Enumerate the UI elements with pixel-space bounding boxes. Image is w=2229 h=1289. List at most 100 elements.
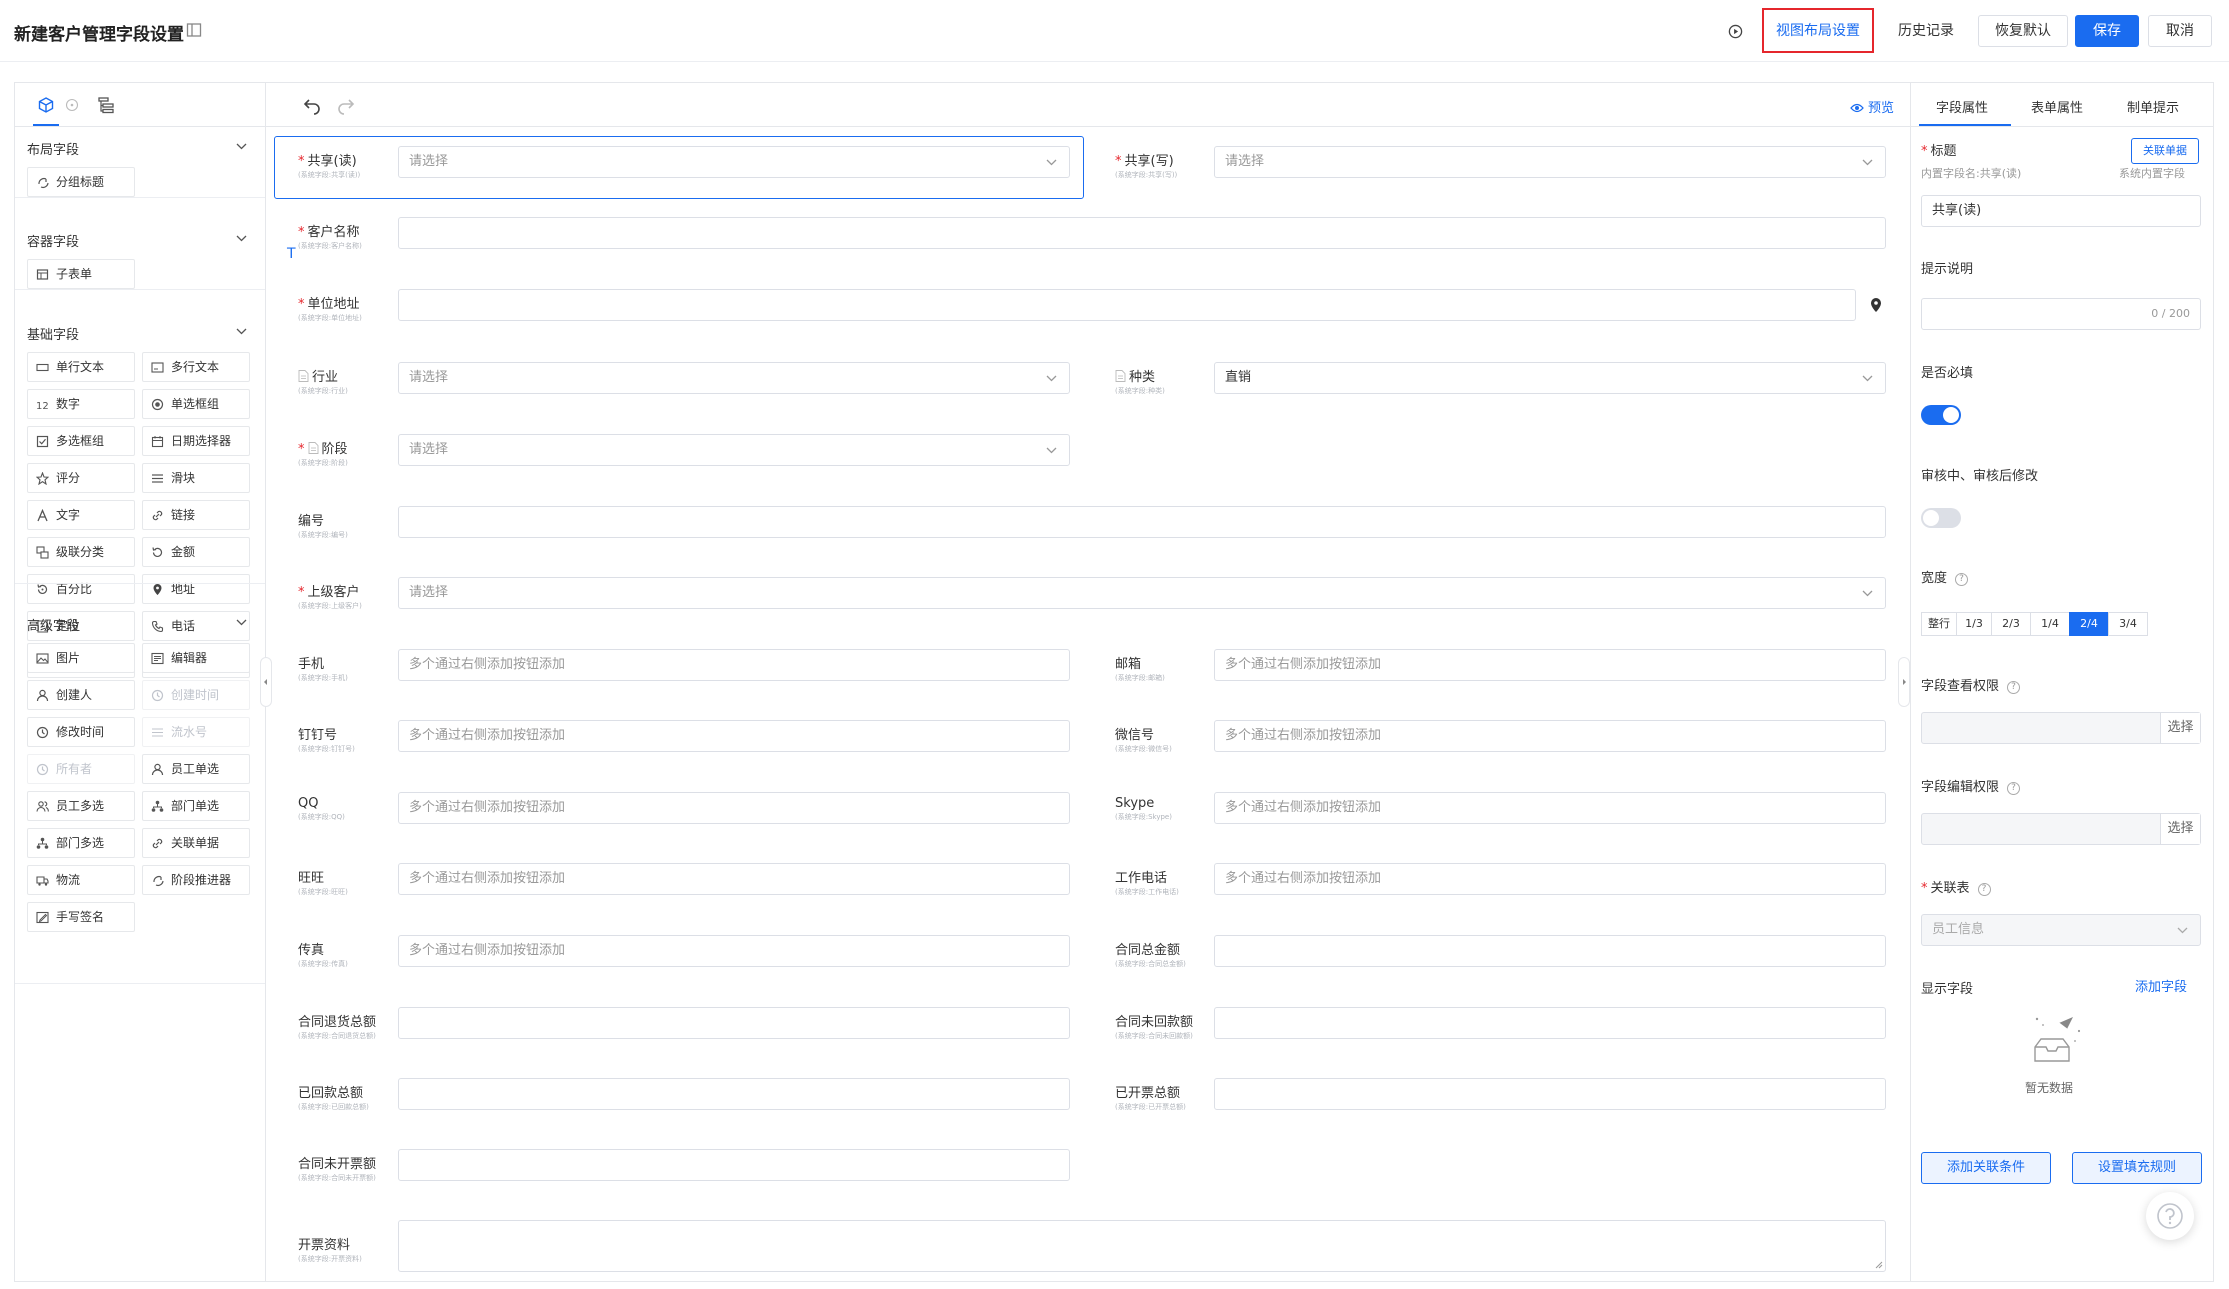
palette-item[interactable]: 多选框组: [27, 426, 135, 456]
review-edit-toggle[interactable]: [1921, 508, 1961, 528]
chevron-down-icon[interactable]: [236, 235, 247, 242]
width-option[interactable]: 1/4: [2030, 612, 2070, 636]
save-button[interactable]: 保存: [2075, 15, 2139, 47]
title-input[interactable]: 共享(读): [1921, 195, 2201, 227]
location-pin-icon[interactable]: [1869, 297, 1883, 313]
help-float-button[interactable]: [2146, 1192, 2194, 1240]
field-input[interactable]: [398, 289, 1856, 321]
tree-icon[interactable]: [97, 96, 115, 114]
palette-item[interactable]: 12 数字: [27, 389, 135, 419]
redo-icon[interactable]: [336, 95, 356, 115]
set-fill-rule-button[interactable]: 设置填充规则: [2072, 1152, 2202, 1184]
question-icon[interactable]: ?: [1977, 883, 1991, 896]
field-input[interactable]: 请选择: [398, 434, 1070, 466]
edit-permission-input[interactable]: 选择: [1921, 813, 2201, 845]
cancel-button[interactable]: 取消: [2148, 15, 2212, 47]
field-input[interactable]: 直销: [1214, 362, 1886, 394]
width-option[interactable]: 3/4: [2108, 612, 2148, 636]
preview-button[interactable]: 预览: [1850, 97, 1894, 116]
palette-item[interactable]: 多行文本: [142, 352, 250, 382]
palette-item[interactable]: 手写签名: [27, 902, 135, 932]
view-permission-select-button[interactable]: 选择: [2160, 713, 2200, 743]
field-input[interactable]: [398, 1007, 1070, 1039]
field-input[interactable]: 请选择: [398, 146, 1070, 178]
width-option[interactable]: 1/3: [1956, 612, 1992, 636]
add-field-link[interactable]: 添加字段: [2135, 976, 2187, 995]
question-icon[interactable]: ?: [2007, 782, 2021, 795]
field-input[interactable]: 请选择: [1214, 146, 1886, 178]
palette-item[interactable]: 地址: [142, 574, 250, 604]
palette-item[interactable]: 百分比: [27, 574, 135, 604]
field-input[interactable]: 多个通过右侧添加按钮添加: [1214, 649, 1886, 681]
palette-item[interactable]: 电话: [142, 611, 250, 641]
palette-item[interactable]: 创建时间: [142, 680, 250, 710]
collapse-right-handle[interactable]: [1898, 657, 1910, 707]
restore-default-button[interactable]: 恢复默认: [1978, 15, 2068, 47]
palette-item[interactable]: 编辑器: [142, 643, 250, 673]
palette-item[interactable]: 创建人: [27, 680, 135, 710]
palette-item[interactable]: 分组标题: [27, 167, 135, 197]
palette-item[interactable]: 子表单: [27, 259, 135, 289]
field-input[interactable]: [398, 217, 1886, 249]
required-toggle[interactable]: [1921, 405, 1961, 425]
palette-item[interactable]: 部门多选: [27, 828, 135, 858]
palette-item[interactable]: 滑块: [142, 463, 250, 493]
field-input[interactable]: [1214, 1007, 1886, 1039]
hint-input[interactable]: 0 / 200: [1921, 298, 2201, 330]
resize-handle-icon[interactable]: [1875, 1261, 1883, 1269]
help-icon[interactable]: [65, 98, 79, 112]
play-icon[interactable]: [1728, 24, 1743, 39]
palette-item[interactable]: 日期选择器: [142, 426, 250, 456]
palette-item[interactable]: 阶段推进器: [142, 865, 250, 895]
width-option[interactable]: 整行: [1921, 612, 1957, 636]
field-input[interactable]: 请选择: [398, 577, 1886, 609]
edit-permission-select-button[interactable]: 选择: [2160, 814, 2200, 844]
field-input[interactable]: 多个通过右侧添加按钮添加: [1214, 792, 1886, 824]
field-input[interactable]: 多个通过右侧添加按钮添加: [398, 863, 1070, 895]
link-doc-button[interactable]: 关联单据: [2131, 138, 2199, 164]
field-input[interactable]: 多个通过右侧添加按钮添加: [398, 935, 1070, 967]
palette-item[interactable]: 关联单据: [142, 828, 250, 858]
width-option[interactable]: 2/4: [2069, 612, 2109, 636]
layout-icon[interactable]: [186, 22, 202, 38]
field-input[interactable]: 多个通过右侧添加按钮添加: [1214, 720, 1886, 752]
collapse-left-handle[interactable]: [260, 657, 272, 707]
palette-item[interactable]: 流水号: [142, 717, 250, 747]
undo-icon[interactable]: [302, 95, 322, 115]
width-option[interactable]: 2/3: [1991, 612, 2031, 636]
palette-item[interactable]: 员工单选: [142, 754, 250, 784]
tab-order-tips[interactable]: 制单提示: [2127, 97, 2179, 116]
view-layout-button[interactable]: 视图布局设置: [1767, 15, 1869, 47]
question-icon[interactable]: ?: [1955, 573, 1969, 586]
field-input[interactable]: [398, 1220, 1886, 1272]
palette-item[interactable]: 图片: [27, 643, 135, 673]
field-input[interactable]: [398, 506, 1886, 538]
cube-icon[interactable]: [37, 96, 55, 114]
tab-form-properties[interactable]: 表单属性: [2031, 97, 2083, 116]
field-input[interactable]: 请选择: [398, 362, 1070, 394]
palette-item[interactable]: 单行文本: [27, 352, 135, 382]
chevron-down-icon[interactable]: [236, 143, 247, 150]
field-input[interactable]: [398, 1149, 1070, 1181]
palette-item[interactable]: 评分: [27, 463, 135, 493]
field-input[interactable]: [1214, 935, 1886, 967]
view-permission-input[interactable]: 选择: [1921, 712, 2201, 744]
palette-item[interactable]: 文字: [27, 500, 135, 530]
palette-item[interactable]: 单选框组: [142, 389, 250, 419]
history-button[interactable]: 历史记录: [1886, 15, 1966, 47]
palette-item[interactable]: 所有者: [27, 754, 135, 784]
palette-item[interactable]: 员工多选: [27, 791, 135, 821]
palette-item[interactable]: 部门单选: [142, 791, 250, 821]
chevron-down-icon[interactable]: [236, 619, 247, 626]
tab-field-properties[interactable]: 字段属性: [1936, 97, 1988, 116]
palette-item[interactable]: 修改时间: [27, 717, 135, 747]
field-input[interactable]: 多个通过右侧添加按钮添加: [398, 720, 1070, 752]
palette-item[interactable]: 物流: [27, 865, 135, 895]
field-input[interactable]: 多个通过右侧添加按钮添加: [398, 792, 1070, 824]
field-input[interactable]: [1214, 1078, 1886, 1110]
add-relation-condition-button[interactable]: 添加关联条件: [1921, 1152, 2051, 1184]
field-input[interactable]: 多个通过右侧添加按钮添加: [1214, 863, 1886, 895]
question-icon[interactable]: ?: [2007, 681, 2021, 694]
palette-item[interactable]: 金额: [142, 537, 250, 567]
palette-item[interactable]: 级联分类: [27, 537, 135, 567]
